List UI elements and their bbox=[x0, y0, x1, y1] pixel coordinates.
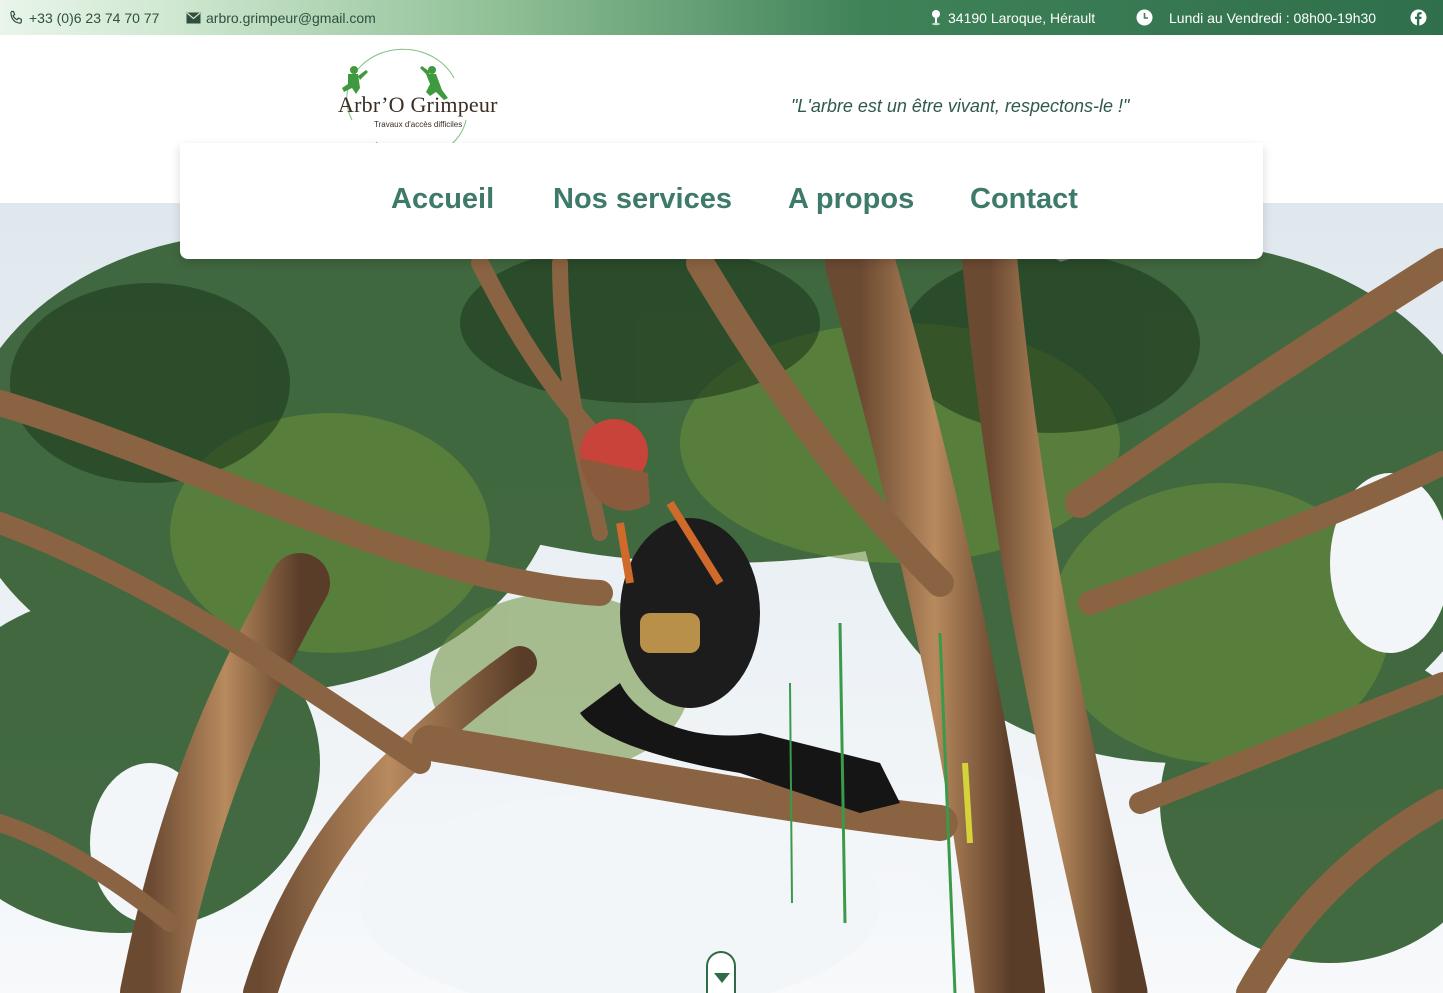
facebook-icon bbox=[1410, 9, 1427, 26]
header-quote: "L'arbre est un être vivant, respectons-… bbox=[791, 96, 1130, 116]
top-contact-bar: +33 (0)6 23 74 70 77 arbro.grimpeur@gmai… bbox=[0, 0, 1443, 35]
address-info: 34190 Laroque, Hérault bbox=[929, 0, 1095, 35]
phone-link[interactable]: +33 (0)6 23 74 70 77 bbox=[8, 0, 159, 35]
tree-climber-photo bbox=[0, 203, 1443, 993]
hero-image bbox=[0, 203, 1443, 993]
phone-number: +33 (0)6 23 74 70 77 bbox=[29, 9, 160, 26]
nav-item-a-propos[interactable]: A propos bbox=[788, 183, 914, 216]
logo-name: Arbr’O Grimpeur bbox=[338, 92, 498, 117]
scroll-down-button[interactable] bbox=[706, 951, 736, 993]
address-text: 34190 Laroque, Hérault bbox=[948, 9, 1096, 26]
clock-icon bbox=[1136, 9, 1153, 26]
nav-item-contact[interactable]: Contact bbox=[970, 183, 1078, 216]
nav-item-accueil[interactable]: Accueil bbox=[391, 183, 494, 216]
main-navigation: Accueil Nos services A propos Contact bbox=[180, 143, 1263, 259]
site-logo[interactable]: Arbr’O Grimpeur Travaux d'accès difficil… bbox=[336, 48, 508, 158]
nav-item-nos-services[interactable]: Nos services bbox=[553, 183, 732, 216]
location-pin-icon bbox=[929, 9, 943, 26]
mail-icon bbox=[186, 12, 201, 24]
email-link[interactable]: arbro.grimpeur@gmail.com bbox=[186, 0, 376, 35]
email-address: arbro.grimpeur@gmail.com bbox=[206, 9, 376, 26]
opening-hours: Lundi au Vendredi : 08h00-19h30 bbox=[1136, 0, 1376, 35]
phone-icon bbox=[8, 10, 24, 26]
hours-text: Lundi au Vendredi : 08h00-19h30 bbox=[1169, 9, 1377, 26]
logo-tagline: Travaux d'accès difficiles bbox=[374, 120, 463, 129]
facebook-link[interactable] bbox=[1410, 0, 1427, 35]
